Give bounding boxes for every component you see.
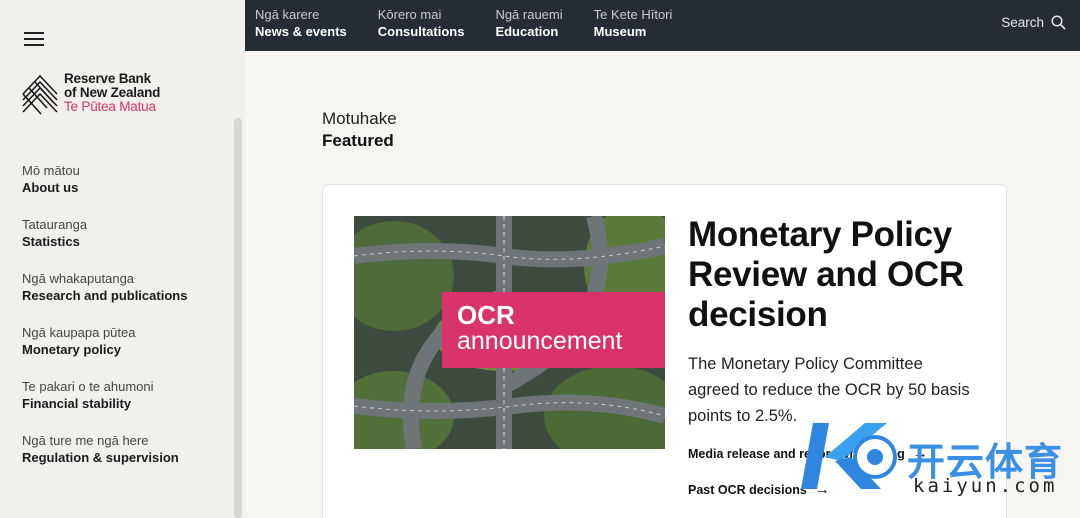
- sidebar-item-maori-label: Te pakari o te ahumoni: [22, 379, 154, 394]
- sidebar-item-label: Financial stability: [22, 396, 132, 411]
- watermark-text-en: kaiyun.com: [913, 475, 1058, 497]
- sidebar-item-label: Regulation & supervision: [22, 450, 179, 465]
- sidebar-item-maori-label: Tatauranga: [22, 217, 88, 232]
- top-nav-bar: Ngā karere News & events Kōrero mai Cons…: [245, 0, 1080, 51]
- topnav-label: Education: [495, 24, 559, 39]
- search-label: Search: [1001, 15, 1044, 30]
- sidebar-item-label: Research and publications: [22, 288, 188, 303]
- topnav-item-education[interactable]: Ngā rauemi Education: [495, 7, 562, 42]
- sidebar-item-about-us[interactable]: Mō mātou About us: [22, 163, 187, 197]
- sidebar-item-maori-label: Ngā ture me ngā here: [22, 433, 149, 448]
- topnav-item-museum[interactable]: Te Kete Hītori Museum: [594, 7, 673, 42]
- sidebar-nav: Mō mātou About us Tatauranga Statistics …: [22, 163, 187, 487]
- sidebar-item-statistics[interactable]: Tatauranga Statistics: [22, 217, 187, 251]
- search-icon: [1051, 15, 1066, 30]
- logo-line-1: Reserve Bank: [64, 71, 151, 86]
- topnav-label: Consultations: [377, 24, 465, 39]
- sidebar-item-regulation[interactable]: Ngā ture me ngā here Regulation & superv…: [22, 433, 187, 467]
- featured-heading: Motuhake Featured: [322, 108, 397, 152]
- sidebar-item-label: Statistics: [22, 234, 80, 249]
- sidebar-item-label: Monetary policy: [22, 342, 121, 357]
- sidebar-item-monetary-policy[interactable]: Ngā kaupapa pūtea Monetary policy: [22, 325, 187, 359]
- sidebar: Reserve Bank of New Zealand Te Pūtea Mat…: [0, 0, 245, 518]
- logo-line-2: of New Zealand: [64, 85, 161, 100]
- ocr-announcement-banner: OCR announcement: [442, 292, 665, 368]
- topnav-item-news[interactable]: Ngā karere News & events: [255, 7, 347, 42]
- watermark: 开云体育 kaiyun.com: [795, 415, 1075, 515]
- sidebar-item-maori-label: Ngā kaupapa pūtea: [22, 325, 136, 340]
- sidebar-item-maori-label: Mō mātou: [22, 163, 80, 178]
- sidebar-item-label: About us: [22, 180, 79, 195]
- top-nav: Ngā karere News & events Kōrero mai Cons…: [255, 7, 703, 42]
- watermark-logo-icon: [801, 423, 897, 489]
- topnav-item-consultations[interactable]: Kōrero mai Consultations: [378, 7, 465, 42]
- logo-mark-icon: [22, 74, 58, 115]
- sidebar-item-research[interactable]: Ngā whakaputanga Research and publicatio…: [22, 271, 187, 305]
- topnav-maori-label: Ngā rauemi: [495, 7, 563, 22]
- topnav-maori-label: Ngā karere: [255, 7, 320, 22]
- featured-image[interactable]: OCR announcement: [354, 216, 665, 449]
- sidebar-item-financial-stability[interactable]: Te pakari o te ahumoni Financial stabili…: [22, 379, 187, 413]
- topnav-label: News & events: [255, 24, 347, 39]
- topnav-maori-label: Te Kete Hītori: [593, 7, 673, 22]
- sidebar-item-maori-label: Ngā whakaputanga: [22, 271, 135, 286]
- topnav-maori-label: Kōrero mai: [377, 7, 442, 22]
- link-label: Past OCR decisions: [688, 482, 807, 497]
- banner-line-1: OCR: [457, 300, 515, 330]
- rbnz-logo[interactable]: Reserve Bank of New Zealand Te Pūtea Mat…: [21, 72, 160, 116]
- banner-line-2: announcement: [457, 327, 623, 355]
- menu-icon[interactable]: [24, 32, 44, 46]
- card-title[interactable]: Monetary Policy Review and OCR decision: [688, 215, 988, 335]
- sidebar-scrollbar[interactable]: [234, 118, 242, 518]
- featured-label: Featured: [322, 131, 394, 150]
- featured-maori-label: Motuhake: [322, 109, 397, 128]
- topnav-label: Museum: [593, 24, 647, 39]
- logo-line-3: Te Pūtea Matua: [64, 99, 156, 114]
- logo-text: Reserve Bank of New Zealand Te Pūtea Mat…: [64, 72, 160, 114]
- search-button[interactable]: Search: [1001, 15, 1066, 30]
